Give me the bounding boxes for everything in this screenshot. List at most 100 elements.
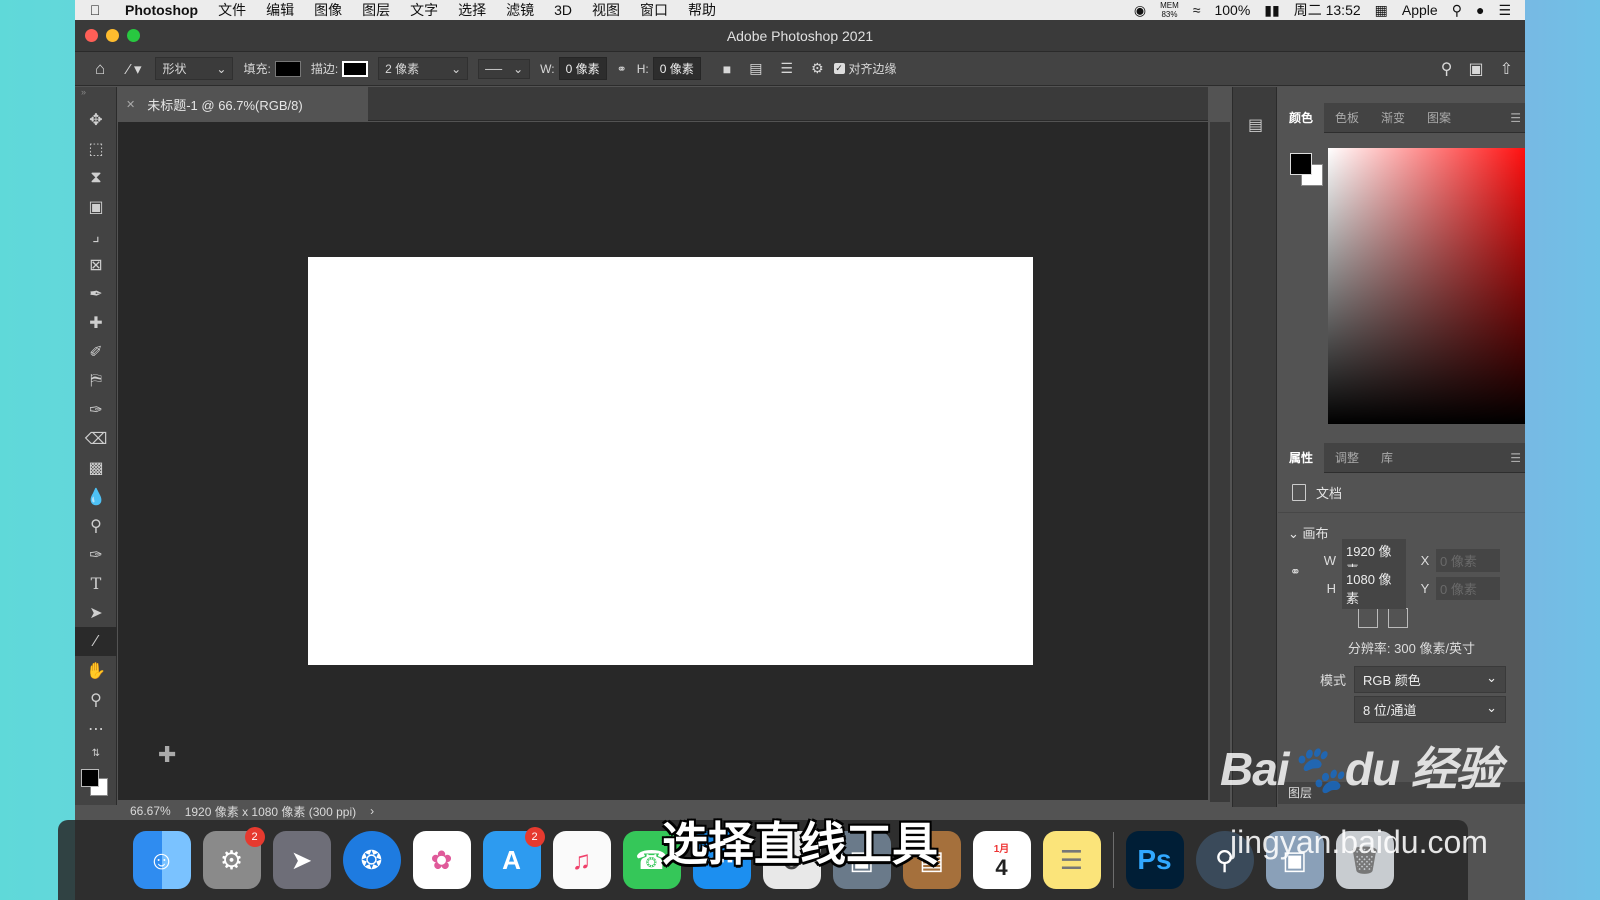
collapse-toolbar-icon[interactable]: » bbox=[75, 87, 116, 105]
close-tab-icon[interactable]: ✕ bbox=[126, 98, 135, 111]
stroke-control[interactable]: 描边: bbox=[311, 60, 369, 77]
tab-color[interactable]: 颜色 bbox=[1278, 102, 1325, 133]
menu-app-name[interactable]: Photoshop bbox=[115, 2, 208, 18]
bit-depth-select[interactable]: 8 位/通道 ⌄ bbox=[1354, 695, 1506, 723]
crop-tool-icon[interactable]: ⌟ bbox=[75, 221, 117, 250]
healing-brush-tool-icon[interactable]: ✚ bbox=[75, 308, 117, 337]
tool-mode-select[interactable]: 形状 ⌄ bbox=[155, 57, 234, 80]
color-mode-select[interactable]: RGB 颜色 ⌄ bbox=[1354, 665, 1506, 693]
panel-menu-icon[interactable]: ☰ bbox=[1499, 443, 1525, 473]
stroke-type-select[interactable]: ── ⌄ bbox=[478, 58, 531, 79]
zoom-tool-icon[interactable]: ⚲ bbox=[75, 685, 117, 714]
height-input[interactable]: 0 像素 bbox=[652, 57, 701, 80]
tab-swatches[interactable]: 色板 bbox=[1324, 103, 1370, 133]
tab-adjustments[interactable]: 调整 bbox=[1324, 443, 1370, 473]
saturation-brightness-field[interactable] bbox=[1328, 148, 1525, 424]
hand-tool-icon[interactable]: ✋ bbox=[75, 656, 117, 685]
panel-color-swatches[interactable] bbox=[1290, 153, 1324, 187]
line-tool-icon[interactable]: ⁄ bbox=[75, 627, 117, 656]
spotlight-icon[interactable]: ⚲ bbox=[1452, 2, 1462, 19]
stroke-width-select[interactable]: 2 像素 ⌄ bbox=[378, 57, 469, 80]
menu-layer[interactable]: 图层 bbox=[352, 0, 400, 20]
canvas-x-input[interactable]: 0 像素 bbox=[1436, 548, 1500, 572]
home-icon[interactable]: ⌂ bbox=[95, 59, 105, 79]
portrait-orientation-icon[interactable] bbox=[1358, 608, 1378, 628]
object-selection-tool-icon[interactable]: ▣ bbox=[75, 192, 117, 221]
tab-patterns[interactable]: 图案 bbox=[1416, 103, 1462, 133]
width-input[interactable]: 0 像素 bbox=[558, 57, 607, 80]
gradient-tool-icon[interactable]: ▩ bbox=[75, 453, 117, 482]
history-panel-icon[interactable]: ▤ bbox=[1233, 105, 1278, 145]
gear-icon[interactable]: ⚙ bbox=[811, 60, 824, 77]
menu-3d[interactable]: 3D bbox=[544, 2, 582, 18]
eraser-tool-icon[interactable]: ⌫ bbox=[75, 424, 117, 453]
dodge-tool-icon[interactable]: ⚲ bbox=[75, 511, 117, 540]
path-arrangement-icon[interactable]: ☰ bbox=[780, 60, 793, 77]
foreground-color-swatch[interactable] bbox=[81, 769, 99, 787]
color-swatches[interactable] bbox=[81, 769, 111, 799]
panel-menu-icon[interactable]: ☰ bbox=[1499, 103, 1525, 133]
fill-control[interactable]: 填充: bbox=[243, 60, 301, 77]
menu-select[interactable]: 选择 bbox=[448, 0, 496, 20]
more-tools-icon[interactable]: ⋯ bbox=[75, 714, 117, 743]
tab-libraries[interactable]: 库 bbox=[1370, 443, 1404, 473]
tab-properties[interactable]: 属性 bbox=[1278, 443, 1325, 473]
pen-tool-icon[interactable]: ✑ bbox=[75, 540, 117, 569]
close-window-button[interactable] bbox=[85, 29, 98, 42]
lasso-tool-icon[interactable]: ⧗ bbox=[75, 163, 117, 192]
link-icon[interactable]: ⚭ bbox=[617, 62, 627, 76]
canvas-workspace[interactable]: ✚ bbox=[118, 122, 1208, 802]
apple-menu-icon[interactable]:  bbox=[75, 2, 115, 18]
frame-tool-icon[interactable]: ⊠ bbox=[75, 250, 117, 279]
minimize-window-button[interactable] bbox=[106, 29, 119, 42]
menu-view[interactable]: 视图 bbox=[582, 0, 630, 20]
swap-colors-icon[interactable]: ⇅ bbox=[75, 743, 117, 763]
eyedropper-tool-icon[interactable]: ✒ bbox=[75, 279, 117, 308]
control-center-icon[interactable]: ☰ bbox=[1498, 2, 1511, 19]
menu-file[interactable]: 文件 bbox=[208, 0, 256, 20]
color-field-gradient[interactable] bbox=[1328, 148, 1525, 424]
workspace-icon[interactable]: ▣ bbox=[1468, 59, 1483, 79]
battery-icon[interactable]: ▮▮ bbox=[1264, 2, 1279, 19]
menu-type[interactable]: 文字 bbox=[400, 0, 448, 20]
battery-percent[interactable]: 100% bbox=[1214, 2, 1250, 18]
path-operations-icon[interactable]: ■ bbox=[723, 61, 731, 77]
document-tab[interactable]: ✕ 未标题-1 @ 66.7%(RGB/8) bbox=[118, 87, 368, 121]
user-name[interactable]: Apple bbox=[1402, 2, 1438, 18]
menu-window[interactable]: 窗口 bbox=[630, 0, 678, 20]
line-tool-preset-icon[interactable]: ⁄ ▾ bbox=[127, 60, 141, 78]
landscape-orientation-icon[interactable] bbox=[1388, 608, 1408, 628]
fill-swatch[interactable] bbox=[274, 60, 301, 77]
menu-filter[interactable]: 滤镜 bbox=[496, 0, 544, 20]
clock[interactable]: 周二 13:52 bbox=[1294, 0, 1361, 20]
move-tool-icon[interactable]: ✥ bbox=[75, 105, 117, 134]
search-icon[interactable]: ⚲ bbox=[1441, 59, 1453, 79]
mem-indicator[interactable]: MEM 83% bbox=[1160, 1, 1179, 19]
record-icon[interactable]: ◉ bbox=[1134, 2, 1146, 19]
menu-help[interactable]: 帮助 bbox=[678, 0, 726, 20]
path-selection-tool-icon[interactable]: ➤ bbox=[75, 598, 117, 627]
stroke-swatch[interactable] bbox=[342, 60, 369, 77]
canvas-height-input[interactable]: 1080 像素 bbox=[1342, 567, 1406, 609]
zoom-window-button[interactable] bbox=[127, 29, 140, 42]
menu-edit[interactable]: 编辑 bbox=[256, 0, 304, 20]
siri-icon[interactable]: ● bbox=[1476, 2, 1484, 18]
marquee-tool-icon[interactable]: ⬚ bbox=[75, 134, 117, 163]
menu-image[interactable]: 图像 bbox=[304, 0, 352, 20]
share-icon[interactable]: ⇧ bbox=[1500, 59, 1513, 79]
tab-gradients[interactable]: 渐变 bbox=[1370, 103, 1416, 133]
link-icon[interactable]: ⚭ bbox=[1290, 564, 1301, 580]
brush-tool-icon[interactable]: ✐ bbox=[75, 337, 117, 366]
history-brush-tool-icon[interactable]: ✑ bbox=[75, 395, 117, 424]
clone-stamp-tool-icon[interactable]: ⛿ bbox=[75, 366, 117, 395]
wifi-icon[interactable]: ≈ bbox=[1193, 2, 1201, 18]
align-edges-checkbox[interactable]: ✓ 对齐边缘 bbox=[833, 60, 897, 77]
document-canvas[interactable] bbox=[308, 257, 1033, 665]
input-method-icon[interactable]: ▦ bbox=[1375, 2, 1388, 19]
path-alignment-icon[interactable]: ▤ bbox=[749, 60, 762, 77]
canvas-y-input[interactable]: 0 像素 bbox=[1436, 576, 1500, 600]
panel-foreground-swatch[interactable] bbox=[1290, 153, 1312, 175]
blur-tool-icon[interactable]: 💧 bbox=[75, 482, 117, 511]
type-tool-icon[interactable]: T bbox=[75, 569, 117, 598]
vertical-scrollbar[interactable] bbox=[1210, 122, 1230, 802]
